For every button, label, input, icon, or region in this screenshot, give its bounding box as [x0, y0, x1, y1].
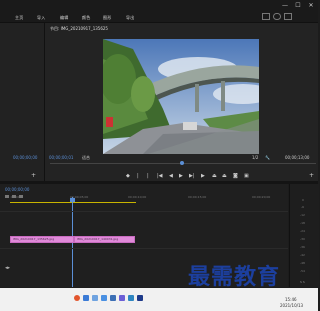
premiere-app-icon[interactable] [137, 295, 143, 301]
task-view-icon[interactable] [92, 295, 98, 301]
menu-export[interactable]: 导出 [126, 15, 134, 21]
program-timecode[interactable]: 00;00;00;01 [49, 155, 73, 160]
app-icon[interactable] [101, 295, 107, 301]
app-icon[interactable] [110, 295, 116, 301]
meter-label: -42 [300, 253, 305, 257]
maximize-button[interactable]: ☐ [293, 2, 303, 10]
program-playhead[interactable] [180, 161, 184, 165]
track-divider [0, 248, 288, 249]
start-icon[interactable] [74, 295, 80, 301]
menu-graphics[interactable]: 图形 [103, 15, 111, 21]
clock-time[interactable]: 15:46 [285, 297, 297, 302]
panel-icon[interactable] [284, 13, 292, 20]
play-icon[interactable]: ▶ [179, 173, 183, 179]
add-icon[interactable]: + [31, 172, 36, 179]
go-to-out-icon[interactable]: ▶ [201, 173, 205, 179]
meter-label: -54 [300, 269, 305, 273]
program-title[interactable]: 节目: IMG_20210917_135625 [50, 26, 108, 32]
go-to-in-icon[interactable]: | [147, 173, 149, 179]
timeline-clip[interactable]: IMG_20210917_140031.jpg [74, 236, 135, 243]
clock-date[interactable]: 2021/10/13 [280, 303, 303, 308]
menu-bar: 主页 导入 编辑 颜色 图形 导出 — ☐ ✕ [0, 0, 318, 23]
step-back-icon[interactable]: |◀ [157, 173, 163, 179]
meter-label: -36 [300, 245, 305, 249]
app-icon[interactable] [119, 295, 125, 301]
source-timecode[interactable]: 00;00;00;00 [13, 155, 37, 160]
menu-import[interactable]: 导入 [37, 15, 45, 21]
work-area-bar[interactable] [10, 202, 136, 203]
app-icon[interactable] [128, 295, 134, 301]
meter-label: -30 [300, 237, 305, 241]
comparison-icon[interactable]: ▣ [244, 173, 249, 179]
playhead-handle[interactable] [70, 198, 75, 202]
meter-label: -6 [301, 205, 304, 209]
ruler-tick: 00;00;15;00 [188, 195, 207, 199]
program-duration: 00;00;13;00 [285, 155, 310, 160]
settings-icon[interactable]: 🔧 [265, 155, 270, 160]
menu-color[interactable]: 颜色 [82, 15, 90, 21]
step-forward-icon[interactable]: ▶| [189, 173, 195, 179]
watermark-logo: 最需教育 [188, 264, 281, 290]
solo-buttons[interactable]: S S [300, 280, 305, 284]
export-frame-icon[interactable]: ◙ [233, 173, 238, 179]
meter-label: -48 [300, 261, 305, 265]
lift-icon[interactable]: ⏏ [212, 173, 217, 179]
minimize-button[interactable]: — [280, 2, 290, 10]
mark-out-icon[interactable]: | [137, 173, 139, 179]
menu-home[interactable]: 主页 [15, 15, 23, 21]
program-add-icon[interactable]: + [309, 172, 314, 179]
meter-label: -24 [300, 229, 305, 233]
rewind-icon[interactable]: ◀ [169, 173, 173, 179]
meter-label: -18 [300, 221, 305, 225]
timeline-clip[interactable]: IMG_20210917_135625.jpg [10, 236, 74, 243]
track-divider [0, 211, 288, 212]
extract-icon[interactable]: ⏏ [222, 173, 227, 179]
menu-edit[interactable]: 编辑 [60, 15, 68, 21]
search-icon[interactable] [83, 295, 89, 301]
fit-dropdown[interactable]: 适合 [82, 155, 90, 161]
resolution-dropdown[interactable]: 1/2 [252, 155, 258, 160]
ruler-tick: :00;00 [10, 195, 20, 199]
help-icon[interactable] [273, 13, 281, 20]
close-button[interactable]: ✕ [306, 2, 316, 10]
video-preview [103, 39, 259, 154]
track-height-icon[interactable]: ◂▸ [5, 265, 10, 271]
source-panel: 00;00;00;00 + [0, 23, 45, 181]
meter-label: -12 [300, 213, 305, 217]
taskbar [0, 288, 318, 311]
mark-in-icon[interactable]: ◆ [126, 173, 130, 179]
ruler-tick: 00;00;20;00 [252, 195, 271, 199]
workspace-icon[interactable] [262, 13, 270, 20]
meter-label: 0 [302, 198, 304, 202]
audio-meters: 0 -6 -12 -18 -24 -30 -36 -42 -48 -54 S S [289, 184, 319, 287]
ruler-tick: 00;00;10;00 [128, 195, 147, 199]
timeline-timecode[interactable]: 00;00;00;00 [5, 187, 29, 192]
snap-icon[interactable] [5, 195, 9, 198]
video-frame-image [103, 39, 259, 154]
